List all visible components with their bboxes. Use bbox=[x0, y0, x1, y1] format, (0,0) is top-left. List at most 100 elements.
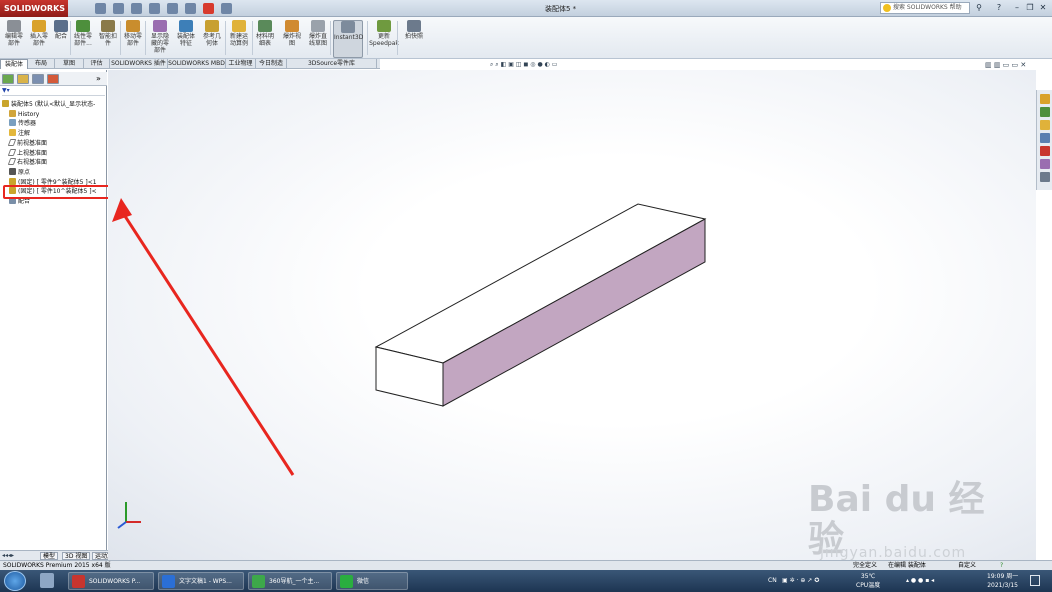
select-icon[interactable] bbox=[185, 3, 196, 14]
expand-panel-icon[interactable]: » bbox=[96, 74, 101, 83]
tab-model[interactable]: 模型 bbox=[40, 552, 59, 560]
restore-icon[interactable]: ❐ bbox=[1025, 3, 1035, 13]
tree-item-label: 上视基准面 bbox=[17, 149, 48, 157]
tab-7[interactable]: 今日制造 bbox=[256, 59, 287, 69]
apply-scene-icon[interactable]: ◐ bbox=[545, 61, 550, 68]
wps-writer-icon bbox=[162, 575, 175, 588]
ribbon-button-edit-component[interactable]: 编辑零 部件 bbox=[4, 20, 24, 58]
tree-item[interactable]: 上视基准面 bbox=[7, 148, 48, 158]
configuration-manager-tab-icon[interactable] bbox=[32, 74, 44, 84]
design-library-icon[interactable] bbox=[1040, 107, 1050, 117]
title-bar: SOLIDWORKS 装配体5 * 搜索 SOLIDWORKS 帮助 ⚲ ? –… bbox=[0, 0, 1052, 17]
tree-item[interactable]: 原点 bbox=[9, 167, 31, 177]
undo-icon[interactable] bbox=[167, 3, 178, 14]
custom-properties-icon[interactable] bbox=[1040, 159, 1050, 169]
instant3d-icon bbox=[341, 21, 355, 33]
ribbon-button-new-motion-study[interactable]: 新建运 动算例 bbox=[227, 20, 251, 58]
show-desktop-icon[interactable] bbox=[1030, 575, 1040, 586]
clock[interactable]: 19:09 周一 2021/3/15 bbox=[987, 572, 1018, 590]
tab-1[interactable]: 布局 bbox=[28, 59, 55, 69]
tab-4[interactable]: SOLIDWORKS 插件 bbox=[110, 59, 168, 69]
view-palette-icon[interactable] bbox=[1040, 133, 1050, 143]
tab-2[interactable]: 草图 bbox=[55, 59, 84, 69]
tray-tray-icons[interactable]: ▴ ● ● ▪ ◂ bbox=[906, 576, 934, 585]
file-explorer-icon[interactable] bbox=[1040, 120, 1050, 130]
ribbon-button-snapshot[interactable]: 拍快照 bbox=[402, 20, 426, 58]
close-icon[interactable]: ✕ bbox=[1038, 3, 1048, 13]
options-icon[interactable] bbox=[221, 3, 232, 14]
search-icon[interactable]: ⚲ bbox=[974, 3, 984, 13]
ribbon-button-exploded-view[interactable]: 爆炸视 图 bbox=[281, 20, 303, 58]
taskbar-item[interactable]: 文字文稿1 - WPS... bbox=[158, 572, 244, 590]
status-product: SOLIDWORKS Premium 2015 x64 版 bbox=[3, 562, 111, 569]
tab-5[interactable]: SOLIDWORKS MBD bbox=[168, 59, 226, 69]
view-orientation-icon[interactable]: ◫ bbox=[516, 61, 522, 68]
ribbon-button-explode-line-sketch[interactable]: 爆炸直 线草图 bbox=[306, 20, 330, 58]
start-button[interactable] bbox=[4, 571, 26, 591]
taskbar-item[interactable]: SOLIDWORKS P... bbox=[68, 572, 154, 590]
tab-0[interactable]: 装配体 bbox=[0, 59, 28, 69]
edit-component-icon bbox=[7, 20, 21, 32]
taskbar-item[interactable]: 微信 bbox=[336, 572, 408, 590]
feature-manager-tab-icon[interactable] bbox=[2, 74, 14, 84]
minimize-icon[interactable]: – bbox=[1012, 3, 1022, 13]
zoom-area-icon[interactable]: ⌕ bbox=[495, 61, 498, 68]
view-settings-icon[interactable]: ▭ bbox=[552, 61, 558, 68]
ribbon-button-show-hidden[interactable]: 显示隐 藏的零 部件 bbox=[148, 20, 172, 58]
ribbon-button-reference-geometry[interactable]: 参考几 何体 bbox=[200, 20, 224, 58]
tab-3[interactable]: 评估 bbox=[84, 59, 110, 69]
forum-icon[interactable] bbox=[1040, 172, 1050, 182]
ribbon-button-label: Instant3D bbox=[334, 34, 364, 41]
previous-view-icon[interactable]: ◧ bbox=[501, 61, 507, 68]
ribbon-button-label: 显示隐 藏的零 部件 bbox=[150, 33, 169, 54]
tree-item[interactable]: 右视基准面 bbox=[7, 158, 47, 167]
file-explorer-pinned-icon[interactable] bbox=[40, 573, 54, 588]
ribbon-button-move-component[interactable]: 移动零 部件 bbox=[122, 20, 144, 58]
tree-item-label: History bbox=[18, 110, 40, 118]
tree-item[interactable]: 装配体5 (默认<默认_显示状态- bbox=[2, 100, 95, 109]
ribbon-button-bom[interactable]: 材料明 细表 bbox=[254, 20, 276, 58]
property-manager-tab-icon[interactable] bbox=[17, 74, 29, 84]
appearances-icon[interactable] bbox=[1040, 146, 1050, 156]
ribbon-button-label: 爆炸直 线草图 bbox=[308, 33, 327, 47]
tree-item[interactable]: 传感器 bbox=[9, 119, 36, 128]
tree-item[interactable]: 前视基准面 bbox=[7, 138, 47, 148]
viewport-controls[interactable]: ▥ ▥ ▭ ▭ ✕ bbox=[985, 61, 1026, 69]
tray-language[interactable]: CN bbox=[768, 576, 777, 585]
ribbon-button-speedpak[interactable]: 更新 Speedpak bbox=[369, 20, 399, 58]
tab-6[interactable]: 工业物理 bbox=[226, 59, 256, 69]
new-document-icon[interactable] bbox=[95, 3, 106, 14]
tree-filter[interactable]: ▼▾ bbox=[2, 87, 105, 96]
section-view-icon[interactable]: ▣ bbox=[508, 61, 514, 68]
help-search-input[interactable]: 搜索 SOLIDWORKS 帮助 bbox=[880, 2, 970, 14]
tree-item-label: 原点 bbox=[18, 168, 31, 176]
hide-show-icon[interactable]: ◎ bbox=[530, 61, 535, 68]
display-manager-tab-icon[interactable] bbox=[47, 74, 59, 84]
tab-3d-view[interactable]: 3D 视图 bbox=[62, 552, 91, 560]
help-menu-icon[interactable]: ? bbox=[994, 3, 1004, 13]
ribbon-button-insert-component[interactable]: 插入零 部件 bbox=[28, 20, 50, 58]
rebuild-icon[interactable] bbox=[203, 3, 214, 14]
smart-fastener-icon bbox=[101, 20, 115, 32]
ribbon-button-smart-fastener[interactable]: 智能扣 件 bbox=[97, 20, 119, 58]
ribbon-button-mate[interactable]: 配合 bbox=[53, 20, 69, 58]
help-icon[interactable]: ? bbox=[1000, 561, 1003, 570]
taskbar-item[interactable]: 360导航_一个主... bbox=[248, 572, 332, 590]
save-icon[interactable] bbox=[131, 3, 142, 14]
tab-scroll-arrows[interactable]: ◂◂◂▸ bbox=[2, 552, 14, 559]
print-icon[interactable] bbox=[149, 3, 160, 14]
tree-item[interactable]: 注解 bbox=[9, 129, 30, 138]
edit-appearance-icon[interactable]: ● bbox=[537, 61, 542, 68]
solidworks-resources-icon[interactable] bbox=[1040, 94, 1050, 104]
status-custom[interactable]: 自定义 bbox=[958, 561, 976, 570]
open-document-icon[interactable] bbox=[113, 3, 124, 14]
ribbon-button-linear-pattern[interactable]: 线性零 部件... bbox=[72, 20, 94, 58]
ribbon-button-assembly-feature[interactable]: 装配体 特征 bbox=[175, 20, 197, 58]
zoom-to-fit-icon[interactable]: ⌕ bbox=[490, 61, 493, 68]
tree-item[interactable]: History bbox=[9, 109, 40, 119]
display-style-icon[interactable]: ◼ bbox=[523, 61, 528, 68]
ribbon-button-instant3d[interactable]: Instant3D bbox=[333, 20, 363, 58]
solidworks-logo[interactable]: SOLIDWORKS bbox=[0, 0, 68, 17]
tray-icons[interactable]: ▣ ✲ · ⊕ ↗ ✪ bbox=[782, 576, 819, 585]
tab-8[interactable]: 3DSource零件库 bbox=[287, 59, 377, 69]
